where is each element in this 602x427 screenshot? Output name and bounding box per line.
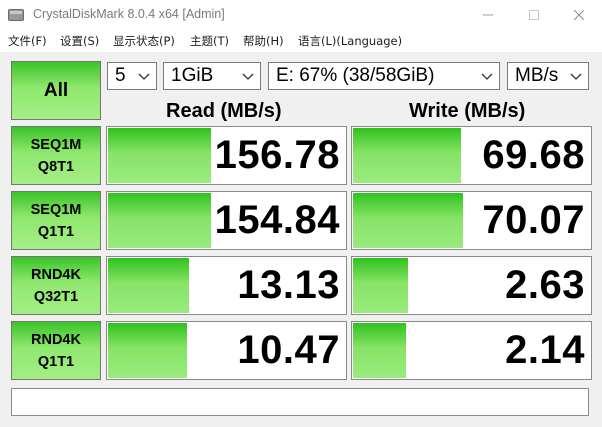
test-count-select[interactable]: 5	[107, 62, 157, 90]
menu-theme[interactable]: 主题(T)	[190, 33, 229, 49]
read-column-header: Read (MB/s)	[166, 100, 282, 122]
write-progress-bar	[353, 323, 406, 378]
menu-settings[interactable]: 设置(S)	[60, 33, 99, 49]
test-button-line2: Q8T1	[37, 158, 75, 175]
test-button-line2: Q32T1	[33, 288, 79, 305]
title-bar: CrystalDiskMark 8.0.4 x64 [Admin]	[0, 0, 602, 30]
comment-field[interactable]	[11, 388, 589, 416]
write-value: 2.14	[505, 328, 585, 372]
window-title: CrystalDiskMark 8.0.4 x64 [Admin]	[33, 7, 225, 21]
write-result-rnd4k-q32t1: 2.63	[351, 256, 592, 315]
minimize-icon	[483, 14, 493, 16]
read-value: 13.13	[237, 263, 340, 307]
read-result-seq1m-q1t1: 154.84	[106, 191, 347, 250]
menu-display[interactable]: 显示状态(P)	[113, 33, 175, 49]
disk-icon	[8, 9, 24, 21]
test-button-seq1m-q1t1[interactable]: SEQ1M Q1T1	[11, 191, 101, 250]
write-result-rnd4k-q1t1: 2.14	[351, 321, 592, 380]
all-tests-button[interactable]: All	[11, 61, 101, 120]
test-button-rnd4k-q1t1[interactable]: RND4K Q1T1	[11, 321, 101, 380]
unit-select[interactable]: MB/s	[507, 62, 589, 90]
write-result-seq1m-q8t1: 69.68	[351, 126, 592, 185]
test-button-line1: RND4K	[31, 266, 81, 283]
write-result-seq1m-q1t1: 70.07	[351, 191, 592, 250]
minimize-button[interactable]	[465, 0, 511, 30]
write-column-header: Write (MB/s)	[409, 100, 526, 122]
menu-file[interactable]: 文件(F)	[8, 33, 47, 49]
chevron-down-icon	[242, 73, 254, 80]
chevron-down-icon	[570, 73, 582, 80]
test-button-rnd4k-q32t1[interactable]: RND4K Q32T1	[11, 256, 101, 315]
write-progress-bar	[353, 128, 461, 183]
read-progress-bar	[108, 193, 211, 248]
close-icon	[574, 10, 584, 20]
test-button-line2: Q1T1	[37, 223, 75, 240]
drive-select[interactable]: E: 67% (38/58GiB)	[268, 62, 500, 90]
close-button[interactable]	[556, 0, 602, 30]
test-size-value: 1GiB	[171, 65, 214, 86]
write-value: 2.63	[505, 263, 585, 307]
write-progress-bar	[353, 258, 408, 313]
test-button-line1: SEQ1M	[30, 136, 82, 153]
chevron-down-icon	[138, 73, 150, 80]
menu-bar: 文件(F) 设置(S) 显示状态(P) 主题(T) 帮助(H) 语言(L)(La…	[0, 30, 602, 50]
test-count-value: 5	[115, 65, 126, 86]
test-button-seq1m-q8t1[interactable]: SEQ1M Q8T1	[11, 126, 101, 185]
menu-language[interactable]: 语言(L)(Language)	[298, 33, 402, 49]
read-progress-bar	[108, 323, 187, 378]
maximize-button[interactable]	[511, 0, 557, 30]
read-value: 156.78	[214, 133, 340, 177]
chevron-down-icon	[481, 73, 493, 80]
maximize-icon	[529, 10, 539, 20]
read-progress-bar	[108, 128, 211, 183]
write-value: 69.68	[482, 133, 585, 177]
read-result-rnd4k-q1t1: 10.47	[106, 321, 347, 380]
menu-help[interactable]: 帮助(H)	[243, 33, 284, 49]
write-progress-bar	[353, 193, 463, 248]
test-button-line1: RND4K	[31, 331, 81, 348]
read-result-seq1m-q8t1: 156.78	[106, 126, 347, 185]
read-result-rnd4k-q32t1: 13.13	[106, 256, 347, 315]
read-value: 154.84	[214, 198, 340, 242]
read-progress-bar	[108, 258, 190, 313]
unit-value: MB/s	[515, 65, 559, 86]
test-button-line2: Q1T1	[37, 353, 75, 370]
test-size-select[interactable]: 1GiB	[163, 62, 261, 90]
test-button-line1: SEQ1M	[30, 201, 82, 218]
drive-value: E: 67% (38/58GiB)	[276, 65, 435, 86]
read-value: 10.47	[237, 328, 340, 372]
write-value: 70.07	[482, 198, 585, 242]
